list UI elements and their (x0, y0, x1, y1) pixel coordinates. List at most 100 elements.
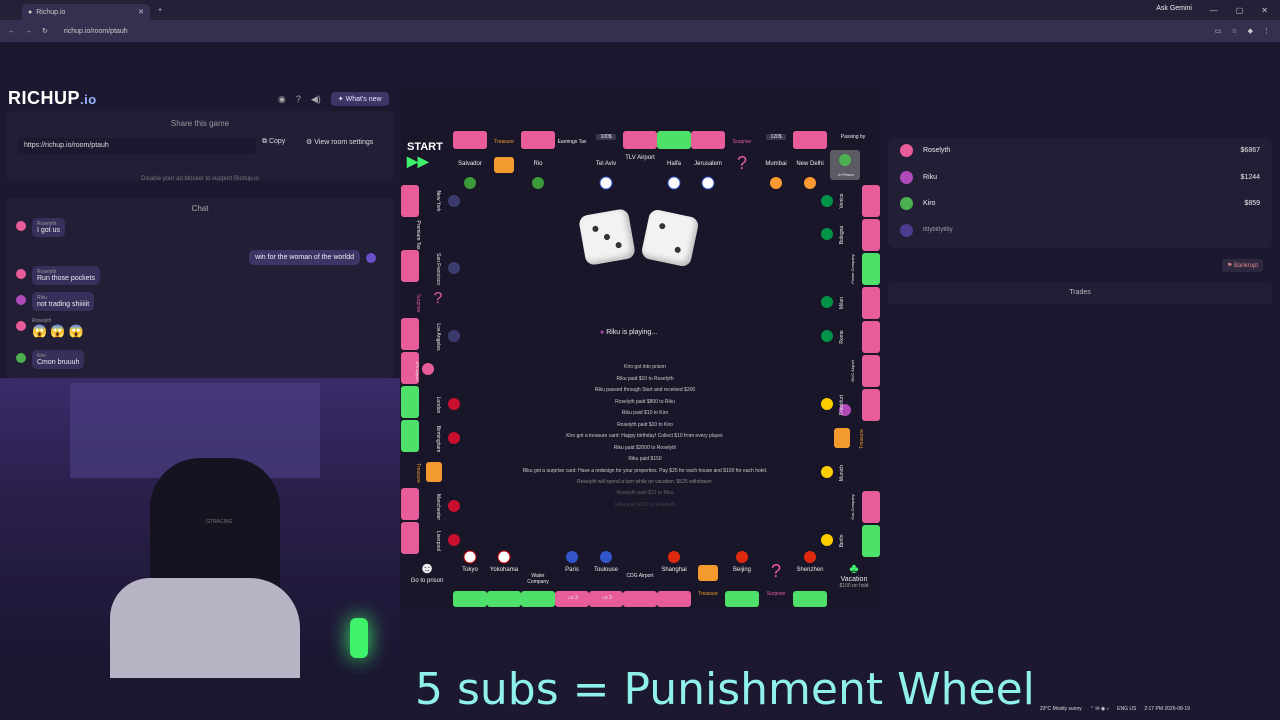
tile-frankfurt[interactable]: Frankfurt (835, 389, 849, 421)
tile-tel-aviv[interactable]: Tel Aviv (589, 161, 623, 167)
tile-new-york[interactable]: New York (431, 185, 445, 217)
owner-strip (725, 591, 759, 607)
tile-berlin[interactable]: Berlin (835, 525, 849, 557)
trades-panel[interactable]: Trades (888, 282, 1272, 304)
log-entry: Roselyth paid $800 to Riku (615, 398, 675, 405)
tile-muc-airport[interactable]: MUC Airport (845, 355, 859, 387)
owner-strip (453, 131, 487, 149)
player-row[interactable]: Kiro $859 (900, 193, 1260, 213)
flag-usa-icon (448, 330, 460, 342)
tile-treasure[interactable]: Treasure (487, 139, 521, 145)
owner-strip (401, 318, 419, 350)
tile-mumbai[interactable]: Mumbai (759, 161, 793, 167)
owner-strip (623, 591, 657, 607)
flag-china-icon (668, 551, 680, 563)
flag-china-icon (736, 551, 748, 563)
tile-surprise[interactable]: Surprise (759, 591, 793, 597)
tile-salvador[interactable]: Salvador (453, 161, 487, 167)
tile-birmingham[interactable]: Birmingham (431, 423, 445, 455)
owner-strip (862, 253, 880, 285)
flag-india-icon (804, 177, 816, 189)
surprise-icon: ? (770, 561, 781, 581)
tile-power-company[interactable]: Power Company (845, 253, 859, 285)
avatar (900, 170, 913, 184)
avatar (900, 196, 913, 210)
owner-strip (691, 131, 725, 149)
log-entry: Riku got a surprise card: Have a redesig… (522, 467, 768, 474)
tile-surprise[interactable]: Surprise (725, 139, 759, 145)
flag-india-icon (770, 177, 782, 189)
dice-1 (578, 208, 636, 266)
owner-strip (862, 219, 880, 251)
owner-strip (862, 185, 880, 217)
tile-premium-tax[interactable]: Premium Tax (411, 219, 425, 251)
tray-icons[interactable]: ⌃ ✉ ◉ ♪ (1090, 706, 1109, 712)
go-to-prison-tile: ☻ Go to prison (404, 560, 450, 606)
player-row[interactable]: Riku $1244 (900, 167, 1260, 187)
tile-san-francisco[interactable]: San Francisco (431, 253, 445, 285)
tile-yokohama[interactable]: Yokohama (487, 567, 521, 573)
board-tiles (401, 131, 880, 607)
tile-treasure[interactable]: Treasure (691, 591, 725, 597)
tile-toulouse[interactable]: Toulouse (589, 567, 623, 573)
tile-milan[interactable]: Milan (835, 287, 849, 319)
flag-germany-icon (821, 398, 833, 410)
tile-tokyo[interactable]: Tokyo (453, 567, 487, 573)
players-panel: Roselyth $6867 Riku $1244 Kiro $859 itttybi… (888, 138, 1272, 248)
owner-strip (657, 591, 691, 607)
clock[interactable]: 2:17 PM 2026-08-19 (1144, 706, 1190, 712)
flag-brazil-icon (464, 177, 476, 189)
log-entry: Riku paid $2000 to Roselyth (613, 444, 677, 451)
tile-rio[interactable]: Rio (521, 161, 555, 167)
log-entry: Riku paid $10 to Kiro (621, 410, 669, 416)
player-row[interactable]: itttybittytitty (900, 220, 1260, 240)
tile-jerusalem[interactable]: Jerusalem (691, 161, 725, 167)
tile-venice[interactable]: Venice (835, 185, 849, 217)
treasure-icon (834, 428, 850, 448)
tile-cdg-airport[interactable]: CDG Airport (623, 573, 657, 579)
flag-italy-icon (821, 296, 833, 308)
tile-bologna[interactable]: Bologna (835, 219, 849, 251)
owner-strip (862, 389, 880, 421)
tile-jfk-airport[interactable]: JFK Airport (411, 355, 425, 387)
flag-germany-icon (821, 534, 833, 546)
tile-haifa[interactable]: Haifa (657, 161, 691, 167)
tile-tlv-airport[interactable]: TLV Airport (623, 155, 657, 161)
owner-strip (401, 250, 419, 282)
tile-liverpool[interactable]: Liverpool (431, 525, 445, 557)
tile-gas-company[interactable]: Gas Company (845, 491, 859, 523)
stream-overlay-text: 5 subs = Punishment Wheel (415, 664, 1035, 715)
bankrupt-button[interactable]: ⚑ Bankrupt (1222, 259, 1264, 272)
player-row[interactable]: Roselyth $6867 (900, 140, 1260, 160)
tile-manchester[interactable]: Manchester (431, 491, 445, 523)
tile-beijing[interactable]: Beijing (725, 567, 759, 573)
tile-los-angeles[interactable]: Los Angeles (431, 321, 445, 353)
flag-uk-icon (448, 432, 460, 444)
prison-officer-icon: ☻ (418, 560, 436, 577)
tile-treasure[interactable]: Treasure (855, 423, 869, 455)
tile-shenzhen[interactable]: Shenzhen (793, 567, 827, 573)
owner-strip (401, 386, 419, 418)
log-entry: Riku paid $150 (628, 456, 662, 462)
tile-new-delhi[interactable]: New Delhi (793, 161, 827, 167)
log-entry: Riku passed through Start and received $… (594, 387, 696, 393)
tile-shanghai[interactable]: Shanghai (657, 567, 691, 573)
owner-strip (862, 525, 880, 557)
tile-paris[interactable]: Paris (555, 567, 589, 573)
tile-surprise[interactable]: Surprise (411, 287, 425, 319)
owner-strip (862, 321, 880, 353)
weather-widget[interactable]: 23°C Mostly sunny (1040, 706, 1082, 712)
owner-strip (862, 491, 880, 523)
tile-rome[interactable]: Rome (835, 321, 849, 353)
tile-water-company[interactable]: Water Company (521, 573, 555, 585)
language-indicator[interactable]: ENG US (1117, 706, 1136, 712)
flag-uk-icon (448, 398, 460, 410)
flag-uk-icon (448, 500, 460, 512)
tile-london[interactable]: London (431, 389, 445, 421)
price-tag: 100$ (596, 134, 616, 140)
tile-munich[interactable]: Munich (835, 457, 849, 489)
tile-treasure[interactable]: Treasure (411, 457, 425, 489)
house-count: ⌂ x 3 (568, 595, 578, 601)
dice-2 (640, 208, 700, 268)
log-entry: Kiro got into prison (624, 364, 666, 370)
